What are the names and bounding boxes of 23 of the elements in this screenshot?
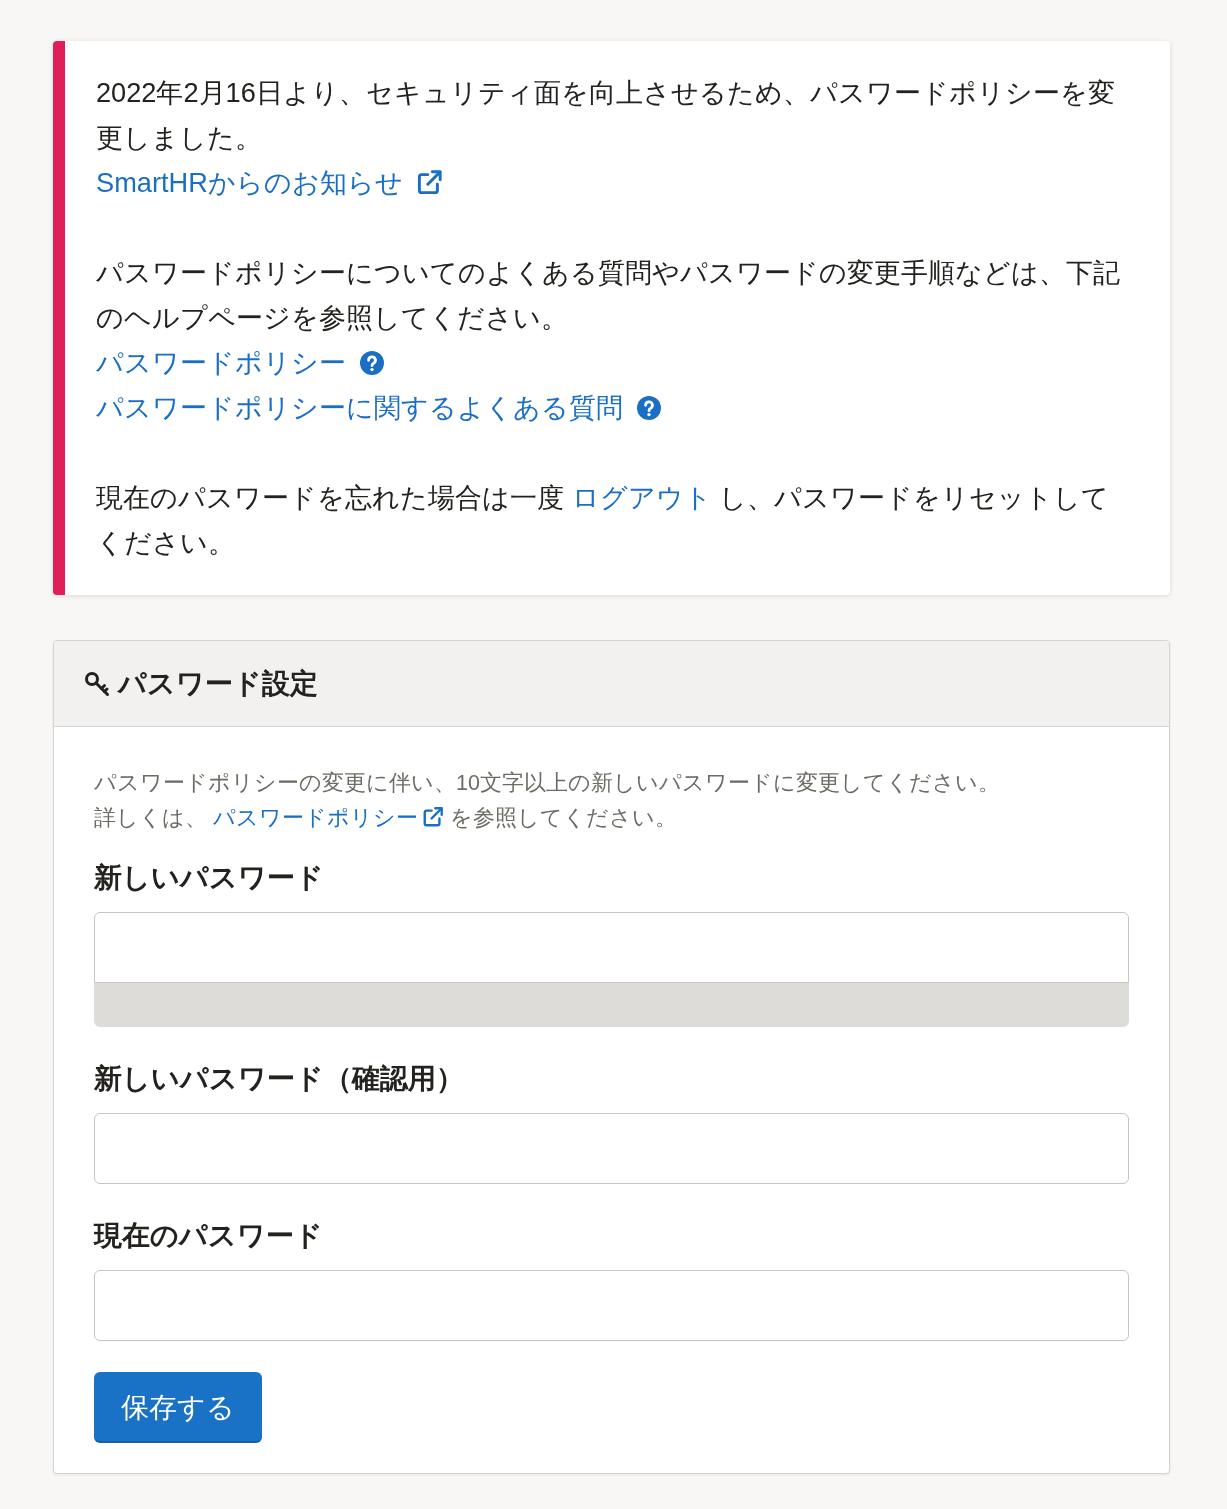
notice-link[interactable]: パスワードポリシーに関するよくある質問 xyxy=(96,385,661,430)
notice-text: パスワードポリシーについてのよくある質問やパスワードの変更手順などは、下記のヘルプページを参照してください。 xyxy=(96,256,1121,335)
notice-link[interactable]: パスワードポリシー xyxy=(96,340,384,385)
password-input[interactable] xyxy=(94,912,1129,983)
field-label: 新しいパスワード xyxy=(94,861,325,895)
help-icon xyxy=(360,350,384,375)
save-button[interactable]: 保存する xyxy=(94,1372,262,1443)
description-text: パスワードポリシーの変更に伴い、10文字以上の新しいパスワードに変更してください。 xyxy=(94,770,1001,797)
notice-text: 2022年2月16日より、セキュリティ面を向上させるため、パスワードポリシーを変更しました。 xyxy=(96,76,1116,155)
description-text: 詳しくは、 パスワードポリシー を参照してください。 xyxy=(94,805,678,832)
panel-title: パスワード設定 xyxy=(118,666,318,701)
policy-link[interactable]: パスワードポリシー xyxy=(213,806,444,830)
notice-link[interactable]: SmartHRからのお知らせ xyxy=(96,160,443,205)
help-icon xyxy=(637,395,661,420)
key-icon xyxy=(84,670,110,697)
logout-link[interactable]: ログアウト xyxy=(571,482,712,513)
notice-text: 現在のパスワードを忘れた場合は一度 ログアウト し、パスワードをリセットしてください。 xyxy=(96,481,1111,560)
password-input[interactable] xyxy=(94,1113,1129,1184)
password-input[interactable] xyxy=(94,1270,1129,1341)
external-link-icon xyxy=(422,806,444,828)
field-label: 現在のパスワード xyxy=(94,1219,324,1253)
external-link-icon xyxy=(415,169,443,196)
field-label: 新しいパスワード（確認用） xyxy=(94,1062,465,1096)
